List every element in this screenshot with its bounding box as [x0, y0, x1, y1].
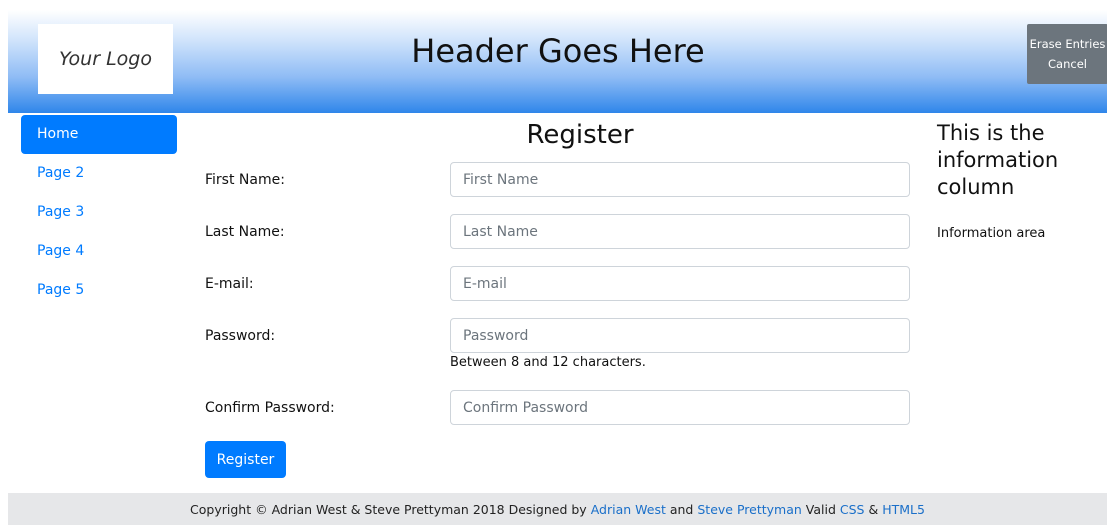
erase-entries-button[interactable]: Erase Entries [1030, 37, 1106, 51]
cancel-button[interactable]: Cancel [1048, 57, 1087, 71]
sidebar-item-page-5[interactable]: Page 5 [21, 271, 177, 310]
logo-text: Your Logo [59, 48, 152, 70]
footer-link-css[interactable]: CSS [840, 502, 865, 517]
sidebar-item-page-4[interactable]: Page 4 [21, 232, 177, 271]
confirm-password-input[interactable] [450, 390, 910, 425]
sidebar-item-home[interactable]: Home [21, 115, 177, 154]
footer-and-text: and [669, 501, 694, 517]
footer-amp-text: & [868, 501, 879, 517]
password-help-text: Between 8 and 12 characters. [450, 355, 646, 370]
last-name-label: Last Name: [205, 224, 285, 240]
erase-cancel-box: Erase Entries Cancel [1027, 24, 1107, 84]
footer-link-steve-prettyman[interactable]: Steve Prettyman [697, 502, 801, 517]
footer-link-adrian-west[interactable]: Adrian West [591, 502, 666, 517]
sidebar-item-page-3[interactable]: Page 3 [21, 193, 177, 232]
sidebar-item-page-2[interactable]: Page 2 [21, 154, 177, 193]
confirm-password-label: Confirm Password: [205, 400, 335, 416]
email-input[interactable] [450, 266, 910, 301]
last-name-input[interactable] [450, 214, 910, 249]
password-label: Password: [205, 328, 276, 344]
logo[interactable]: Your Logo [38, 24, 173, 94]
copyright-text: Copyright © Adrian West & Steve Prettyma… [190, 501, 587, 517]
register-button[interactable]: Register [205, 441, 286, 478]
footer-valid-text: Valid [805, 501, 836, 517]
first-name-label: First Name: [205, 172, 285, 188]
sidebar-nav: Home Page 2 Page 3 Page 4 Page 5 [21, 115, 177, 310]
page-footer: Copyright © Adrian West & Steve Prettyma… [8, 493, 1107, 525]
header-title: Header Goes Here [411, 32, 705, 70]
info-area-text: Information area [937, 226, 1046, 241]
page-header: Your Logo Header Goes Here Erase Entries… [8, 10, 1107, 113]
password-input[interactable] [450, 318, 910, 353]
footer-link-html5[interactable]: HTML5 [882, 502, 925, 517]
form-title: Register [526, 120, 634, 150]
email-label: E-mail: [205, 276, 254, 292]
first-name-input[interactable] [450, 162, 910, 197]
info-column-title: This is the information column [937, 121, 1059, 199]
